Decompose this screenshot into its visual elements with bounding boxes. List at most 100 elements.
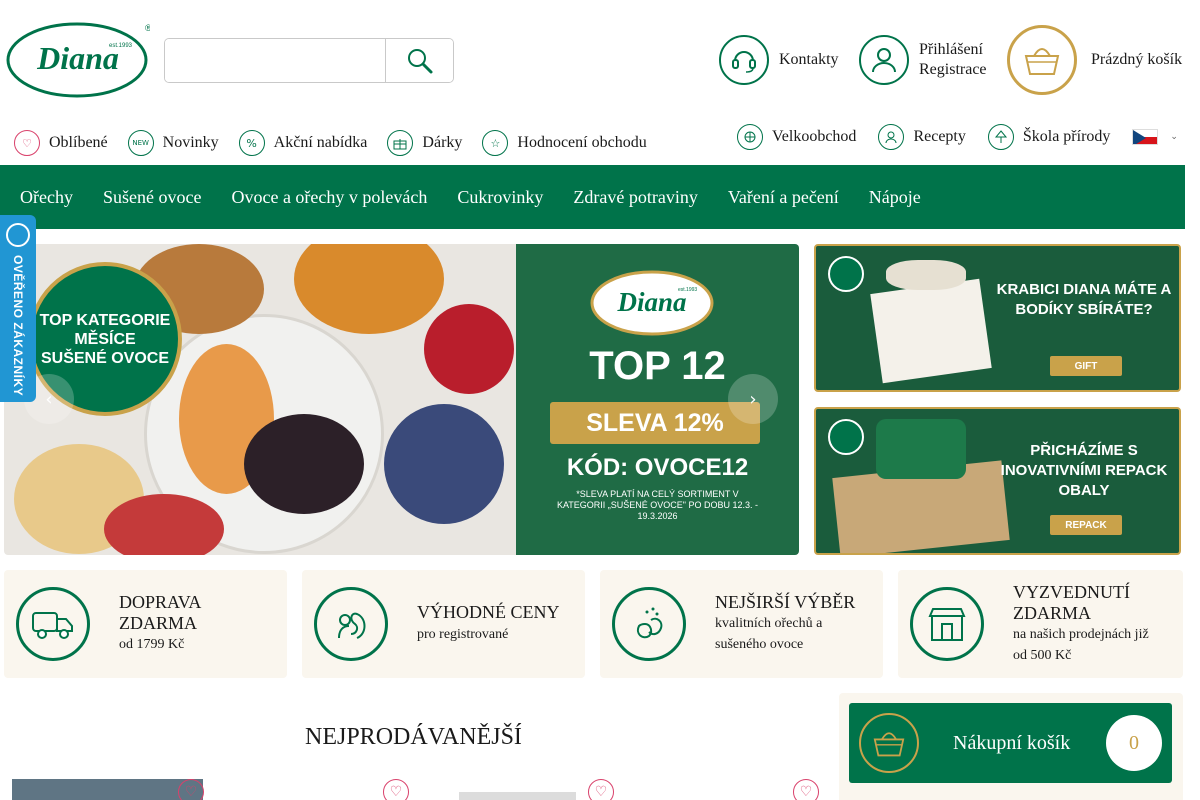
- add-to-favorites-button[interactable]: ♡: [588, 779, 614, 800]
- bestsellers-heading: NEJPRODÁVANĚJŠÍ: [305, 724, 522, 750]
- subnav-label: Škola přírody: [1022, 128, 1111, 145]
- hero-photo: TOP KATEGORIE MĚSÍCE SUŠENÉ OVOCE: [4, 244, 516, 555]
- subnav-news[interactable]: NEW Novinky: [127, 130, 219, 156]
- add-to-favorites-button[interactable]: ♡: [793, 779, 819, 800]
- benefit-title: VÝHODNÉ CENY: [417, 602, 560, 622]
- search-input[interactable]: [165, 39, 385, 82]
- scissors-icon: [828, 256, 864, 292]
- promo-title: PŘICHÁZÍME S INOVATIVNÍMI REPACK OBALY: [1000, 442, 1168, 499]
- subnav-label: Oblíbené: [49, 134, 108, 151]
- subnav-reviews[interactable]: ☆ Hodnocení obchodu: [482, 130, 647, 156]
- subnav-gifts[interactable]: Dárky: [387, 130, 462, 156]
- benefit-subtitle: od 1799 Kč: [119, 637, 185, 652]
- menu-coated[interactable]: Ovoce a ořechy v polevách: [231, 187, 427, 208]
- cart-item-count: 0: [1106, 715, 1162, 771]
- store-icon: [910, 587, 984, 661]
- hero-banner[interactable]: TOP KATEGORIE MĚSÍCE SUŠENÉ OVOCE est.19…: [4, 244, 799, 555]
- menu-drinks[interactable]: Nápoje: [869, 187, 921, 208]
- headset-icon: [719, 35, 769, 85]
- menu-cooking-baking[interactable]: Vaření a pečení: [728, 187, 839, 208]
- menu-healthy-food[interactable]: Zdravé potraviny: [573, 187, 697, 208]
- badge-line: MĚSÍCE: [74, 330, 136, 348]
- subnav-wholesale[interactable]: Velkoobchod: [737, 124, 856, 150]
- search-icon: [407, 48, 432, 73]
- heart-icon: ♡: [594, 784, 608, 800]
- promo-banner-gift[interactable]: KRABICI DIANA MÁTE A BODÍKY SBÍRÁTE? GIF…: [814, 244, 1181, 392]
- chevron-down-icon: ⌄: [1170, 132, 1178, 142]
- subnav-label: Dárky: [422, 134, 463, 151]
- promo-title: KRABICI DIANA MÁTE A BODÍKY SBÍRÁTE?: [996, 281, 1172, 318]
- menu-nuts[interactable]: Ořechy: [20, 187, 73, 208]
- product-image[interactable]: [459, 792, 576, 800]
- promo-gift-button[interactable]: GIFT: [1050, 356, 1122, 376]
- benefit-subtitle: na našich prodejnách již od 500 Kč: [1013, 627, 1149, 663]
- subnav-label: Recepty: [913, 128, 966, 145]
- search-bar: [164, 38, 454, 83]
- hero-terms: *SLEVA PLATÍ NA CELÝ SORTIMENT V KATEGOR…: [556, 489, 759, 521]
- subnav-recipes[interactable]: Recepty: [878, 124, 966, 150]
- product-image[interactable]: [12, 779, 203, 800]
- svg-text:®: ®: [145, 23, 150, 33]
- percent-icon: %: [238, 130, 265, 156]
- subnav-offers[interactable]: % Akční nabídka: [238, 130, 367, 156]
- basket-icon: [1007, 25, 1077, 95]
- chevron-left-icon: ‹: [45, 388, 53, 410]
- czech-flag-icon: [1132, 129, 1159, 145]
- hero-discount: SLEVA 12%: [550, 402, 760, 444]
- language-selector[interactable]: ⌄: [1132, 129, 1178, 145]
- account-link[interactable]: Přihlášení Registrace: [859, 35, 987, 85]
- new-icon: NEW: [127, 130, 154, 156]
- promo-repack-button[interactable]: REPACK: [1050, 515, 1122, 535]
- star-icon: ☆: [482, 130, 509, 156]
- benefit-pickup: VYZVEDNUTÍ ZDARMA na našich prodejnách j…: [898, 570, 1183, 678]
- cart-sidebar-button[interactable]: Nákupní košík 0: [849, 703, 1172, 783]
- subnav-nature-school[interactable]: Škola přírody: [987, 124, 1111, 150]
- badge-line: TOP KATEGORIE: [39, 311, 171, 329]
- tree-icon: [987, 124, 1014, 150]
- cart-status: Prázdný košík: [1091, 51, 1183, 68]
- search-button[interactable]: [385, 39, 453, 82]
- recycle-icon: [828, 419, 864, 455]
- badge-line: SUŠENÉ OVOCE: [40, 349, 170, 367]
- benefit-title: VYZVEDNUTÍ ZDARMA: [1013, 582, 1130, 623]
- cart-sidebar-label: Nákupní košík: [953, 731, 1071, 754]
- hero-diana-logo: est.1993 Diana: [590, 270, 714, 336]
- user-icon: [859, 35, 909, 85]
- login-link[interactable]: Přihlášení: [919, 40, 987, 60]
- benefit-subtitle: pro registrované: [417, 627, 509, 642]
- verified-by-customers-badge[interactable]: OVĚŘENO ZÁKAZNÍKY: [0, 215, 36, 402]
- subnav-favorites[interactable]: ♡ Oblíbené: [14, 130, 108, 156]
- chevron-right-icon: ›: [749, 388, 757, 410]
- wholesale-icon: [737, 124, 763, 150]
- register-link[interactable]: Registrace: [919, 60, 987, 80]
- header-cart[interactable]: Prázdný košík: [1007, 25, 1182, 95]
- subnav-label: Hodnocení obchodu: [517, 134, 647, 151]
- heart-icon: ♡: [184, 784, 198, 800]
- nuts-icon: [612, 587, 686, 661]
- benefit-shipping: DOPRAVA ZDARMA od 1799 Kč: [4, 570, 287, 678]
- squirrel-icon: [314, 587, 388, 661]
- menu-sweets[interactable]: Cukrovinky: [457, 187, 543, 208]
- benefit-title: NEJŠIRŠÍ VÝBĚR: [715, 592, 856, 612]
- benefit-prices: VÝHODNÉ CENY pro registrované: [302, 570, 585, 678]
- add-to-favorites-button[interactable]: ♡: [383, 779, 409, 800]
- secondary-nav-right: Velkoobchod Recepty Škola přírody ⌄: [737, 124, 1178, 150]
- main-menu: Ořechy Sušené ovoce Ovoce a ořechy v pol…: [0, 165, 1185, 229]
- contacts-label: Kontakty: [779, 51, 839, 68]
- chef-icon: [878, 124, 905, 150]
- slider-next-button[interactable]: ›: [728, 374, 778, 424]
- subnav-label: Velkoobchod: [772, 128, 857, 145]
- gift-icon: [387, 130, 414, 156]
- add-to-favorites-button[interactable]: ♡: [178, 779, 204, 800]
- benefit-subtitle: kvalitních ořechů a sušeného ovoce: [715, 616, 823, 652]
- verified-seal-icon: [6, 223, 30, 247]
- contacts-link[interactable]: Kontakty: [719, 35, 839, 85]
- heart-icon: ♡: [14, 130, 40, 156]
- benefit-selection: NEJŠIRŠÍ VÝBĚR kvalitních ořechů a sušen…: [600, 570, 883, 678]
- menu-dried-fruit[interactable]: Sušené ovoce: [103, 187, 201, 208]
- secondary-nav: ♡ Oblíbené NEW Novinky % Akční nabídka D…: [14, 130, 647, 156]
- diana-logo[interactable]: est.1993 Diana ®: [6, 22, 150, 98]
- heart-icon: ♡: [389, 784, 403, 800]
- promo-banner-repack[interactable]: PŘICHÁZÍME S INOVATIVNÍMI REPACK OBALY R…: [814, 407, 1181, 555]
- basket-icon: [859, 713, 919, 773]
